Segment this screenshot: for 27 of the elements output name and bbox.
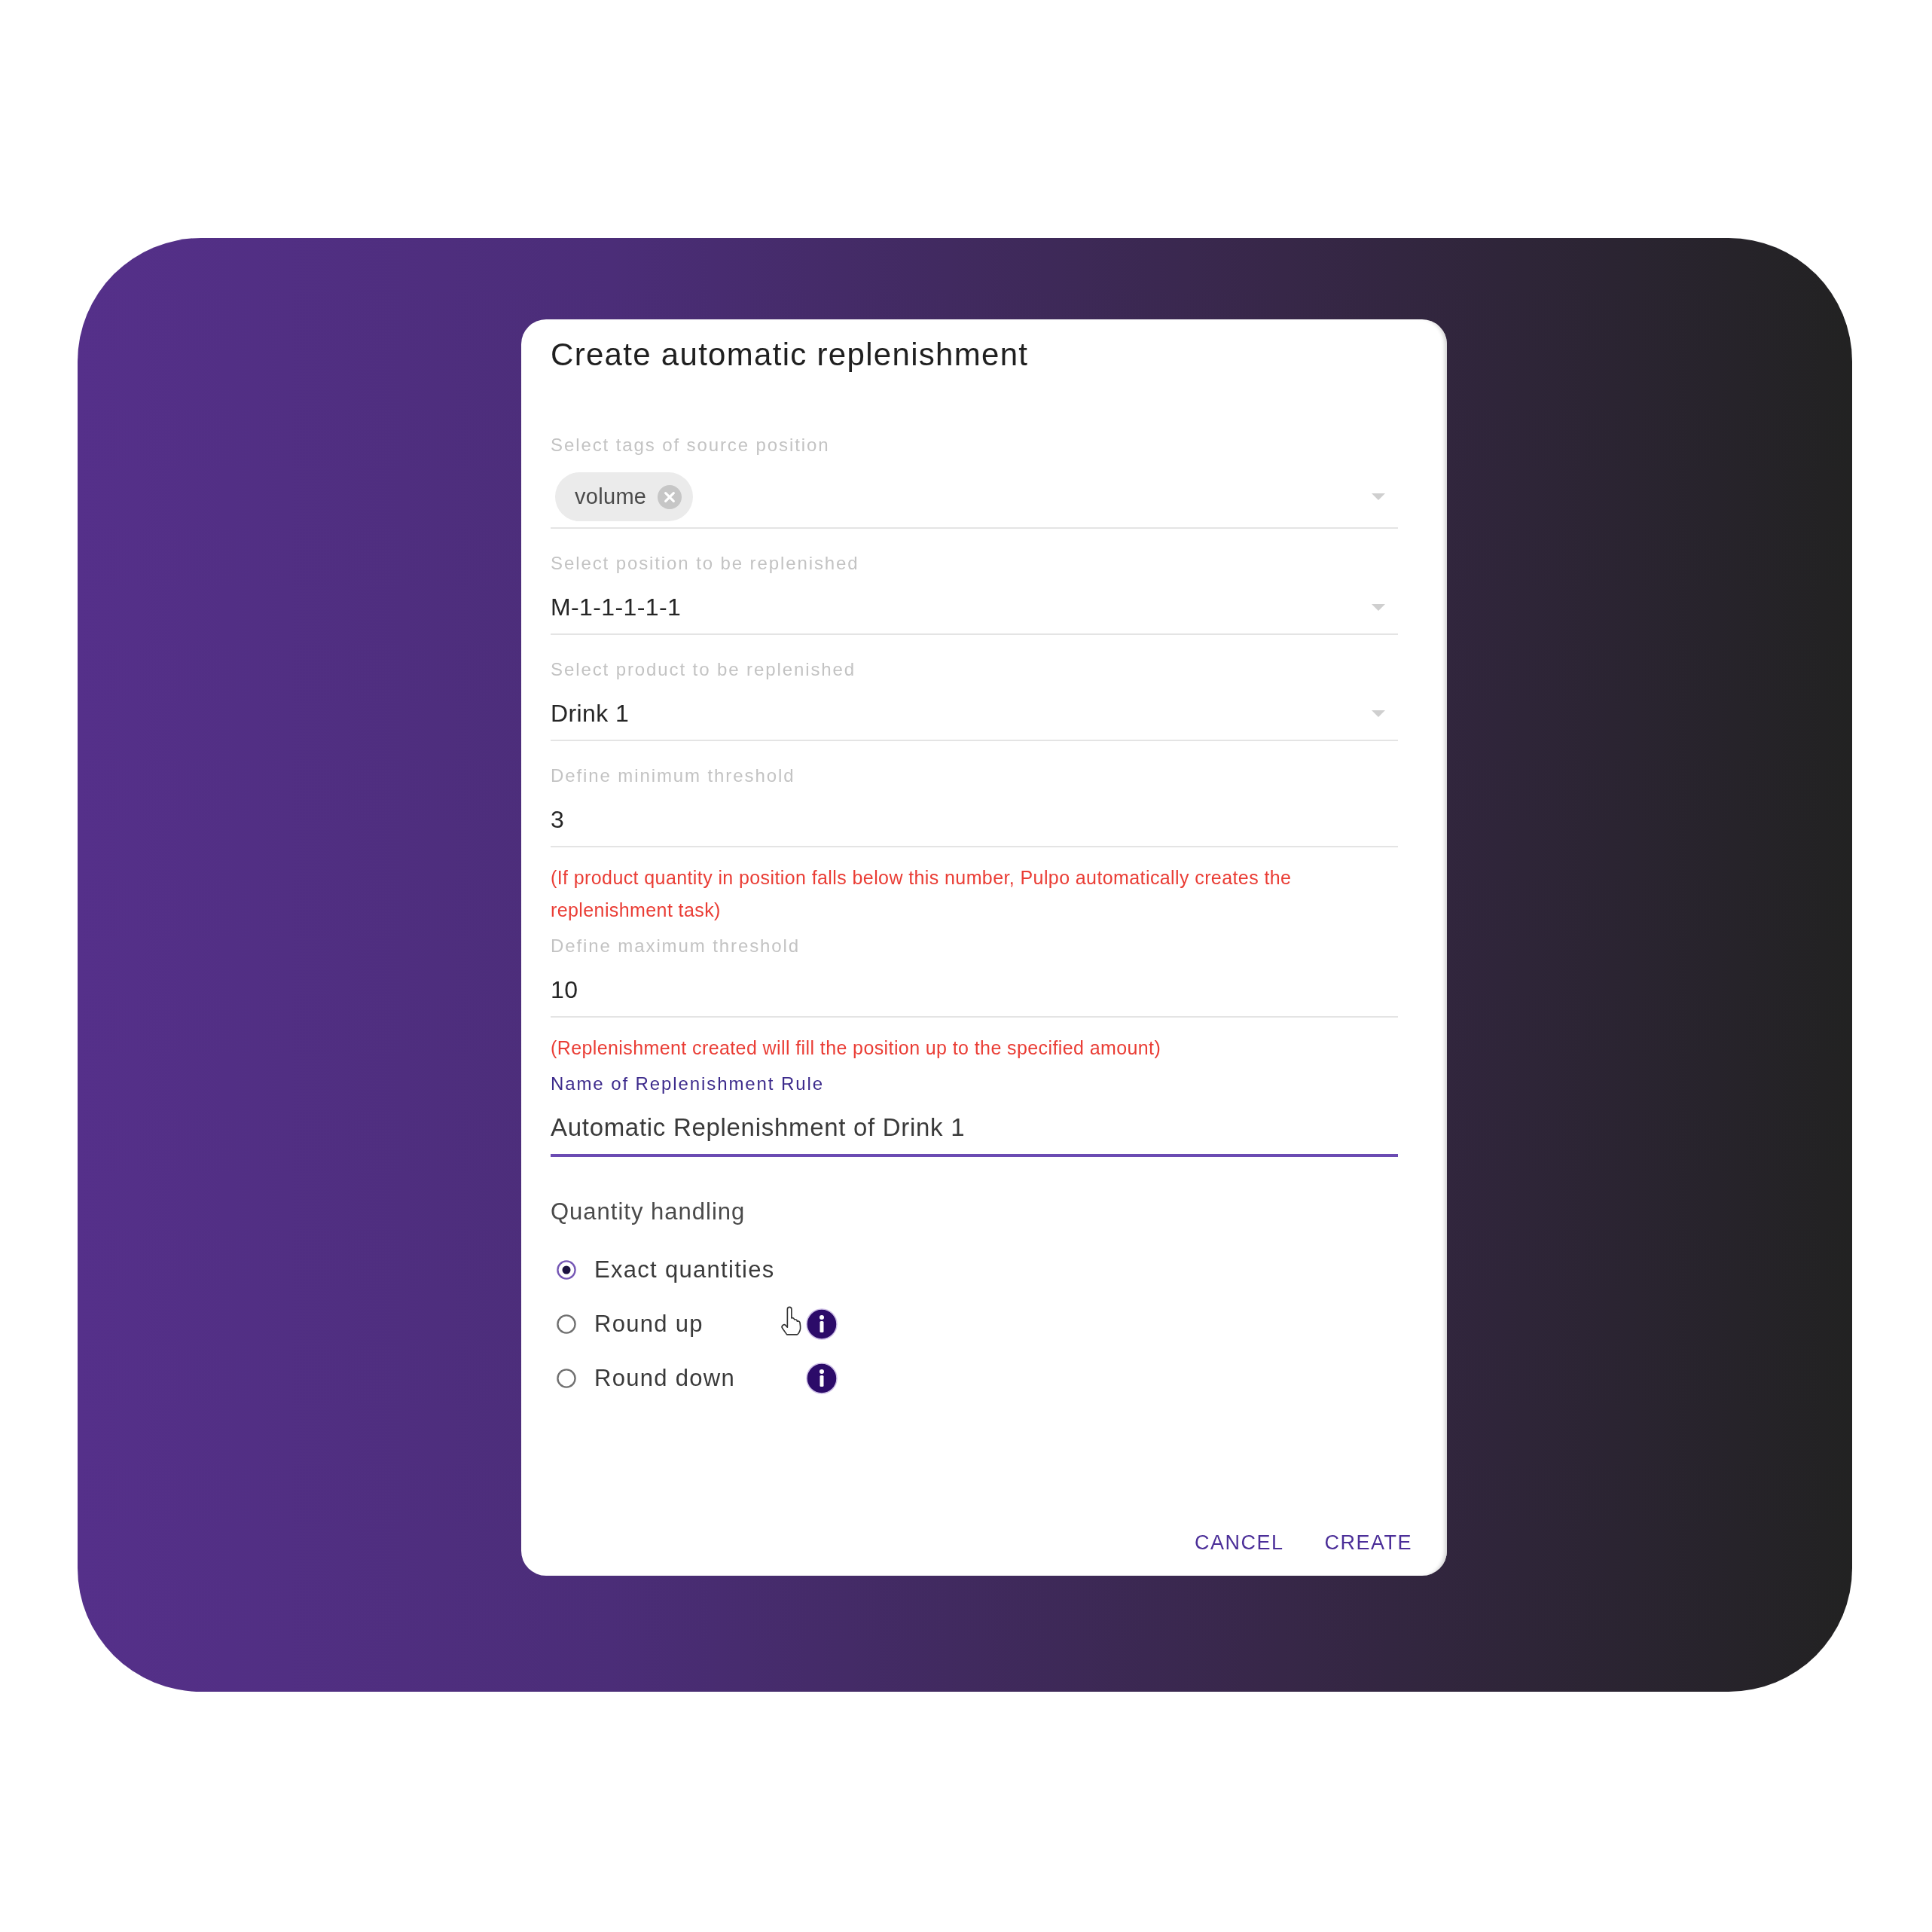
option-label[interactable]: Round up: [594, 1309, 704, 1339]
select-field[interactable]: M-1-1-1-1-1: [551, 588, 1398, 635]
info-icon[interactable]: [806, 1308, 838, 1340]
info-icon[interactable]: [806, 1363, 838, 1394]
option-label[interactable]: Round down: [594, 1363, 736, 1393]
field-label: Define maximum threshold: [551, 935, 801, 957]
field-label: Define minimum threshold: [551, 765, 795, 787]
input-field[interactable]: 3: [551, 801, 1398, 847]
option-label[interactable]: Exact quantities: [594, 1255, 775, 1285]
radio-button[interactable]: [557, 1314, 576, 1334]
field-label: Select tags of source position: [551, 434, 830, 456]
dialog-button[interactable]: CREATE: [1312, 1520, 1424, 1565]
select-field[interactable]: Drink 1: [551, 694, 1398, 741]
input-field[interactable]: 10: [551, 971, 1398, 1018]
field-label: Select product to be replenished: [551, 658, 856, 681]
helper-text: (Replenishment created will fill the position up to the specified amount): [551, 1036, 1161, 1060]
section-title: Quantity handling: [551, 1198, 746, 1226]
field-label: Select position to be replenished: [551, 552, 859, 575]
dialog-title: Create automatic replenishment: [551, 336, 1029, 374]
helper-text: (If product quantity in position falls below this number, Pulpo automatically creates the replenishment task): [551, 866, 1293, 922]
tag-chip[interactable]: volume: [555, 472, 694, 521]
tag-select-field[interactable]: volume: [551, 472, 1398, 529]
radio-button[interactable]: [557, 1260, 576, 1280]
input-field[interactable]: Automatic Replenishment of Drink 1: [551, 1109, 1398, 1157]
radio-button[interactable]: [557, 1369, 576, 1388]
field-label: Name of Replenishment Rule: [551, 1073, 824, 1095]
dialog-button[interactable]: CANCEL: [1182, 1520, 1296, 1565]
